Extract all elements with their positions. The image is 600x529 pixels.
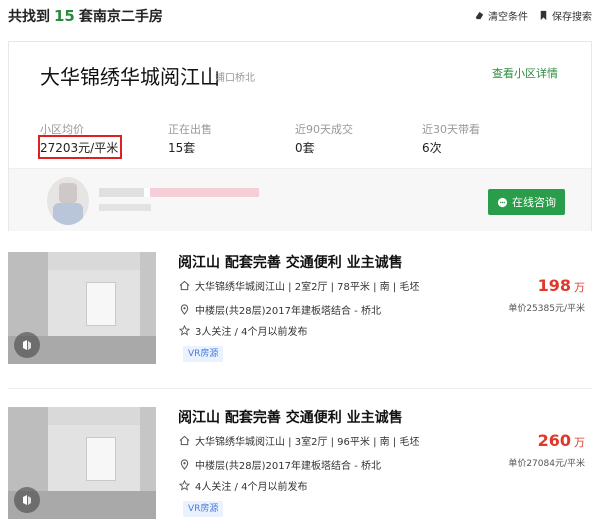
vr-tag: VR房源 <box>183 501 224 517</box>
listing-info-text: 大华锦绣华城阅江山 | 3室2厅 | 96平米 | 南 | 毛坯 <box>195 437 420 448</box>
agent-avatar[interactable] <box>47 177 89 225</box>
stat-value: 6次 <box>422 141 442 155</box>
stat-value: 15套 <box>168 141 196 155</box>
listing-info-text: 大华锦绣华城阅江山 | 2室2厅 | 78平米 | 南 | 毛坯 <box>195 282 420 293</box>
total-price-unit: 万 <box>574 281 585 294</box>
community-detail-link[interactable]: 查看小区详情 <box>492 65 558 81</box>
highlight-annotation-box <box>38 135 122 159</box>
avatar-blur-body <box>53 203 83 225</box>
community-stats: 小区均价 27203元/平米 正在出售 15套 近90天成交 0套 近30天带看… <box>38 121 540 161</box>
listing-floor-text: 中楼层(共28层)2017年建板塔结合 - 桥北 <box>195 461 381 472</box>
unit-price: 单价27084元/平米 <box>508 459 585 469</box>
result-prefix: 共找到 <box>8 9 50 25</box>
stat-average-price: 小区均价 27203元/平米 <box>38 121 122 159</box>
clear-filters-button[interactable]: 清空条件 <box>474 8 528 23</box>
listing-title[interactable]: 阅江山 配套完善 交通便利 业主诚售 <box>178 407 403 427</box>
home-icon <box>179 435 190 446</box>
star-icon <box>179 325 190 336</box>
result-count-number: 15 <box>54 7 75 25</box>
stat-on-sale: 正在出售 15套 <box>168 121 212 156</box>
total-price-unit: 万 <box>574 436 585 449</box>
agent-row: 在线咨询 <box>9 168 591 231</box>
unit-price: 单价25385元/平米 <box>508 304 585 314</box>
stat-label: 近90天成交 <box>295 123 353 136</box>
listing-card: 阅江山 配套完善 交通便利 业主诚售 大华锦绣华城阅江山 | 3室2厅 | 96… <box>8 405 592 529</box>
avatar-blur-face <box>59 183 77 203</box>
stat-value: 0套 <box>295 141 315 155</box>
stat-deals-90-days: 近90天成交 0套 <box>295 121 353 156</box>
vr-icon[interactable] <box>14 332 40 358</box>
result-count-text: 共找到 15 套南京二手房 <box>8 6 163 26</box>
listing-card: 阅江山 配套完善 交通便利 业主诚售 大华锦绣华城阅江山 | 2室2厅 | 78… <box>8 250 592 400</box>
online-consult-button[interactable]: 在线咨询 <box>488 189 565 215</box>
listing-floor-row: 中楼层(共28层)2017年建板塔结合 - 桥北 <box>179 302 381 317</box>
total-price: 198 <box>537 276 571 295</box>
home-icon <box>179 280 190 291</box>
clear-filters-label: 清空条件 <box>488 12 528 23</box>
listing-follow-text: 3人关注 / 4个月以前发布 <box>195 327 308 338</box>
listing-price: 198 万 单价25385元/平米 <box>508 276 585 314</box>
results-header: 共找到 15 套南京二手房 清空条件 保存搜索 <box>0 0 600 32</box>
consult-label: 在线咨询 <box>512 196 556 209</box>
save-search-button[interactable]: 保存搜索 <box>538 8 592 23</box>
stat-label: 正在出售 <box>168 123 212 136</box>
bookmark-icon <box>540 10 547 21</box>
agent-subtitle-redacted <box>99 204 151 211</box>
community-name[interactable]: 大华锦绣华城阅江山 <box>40 61 220 90</box>
listing-follow-row: 3人关注 / 4个月以前发布 <box>179 323 307 338</box>
listing-photo[interactable] <box>8 252 156 364</box>
community-card: 大华锦绣华城阅江山 浦口桥北 查看小区详情 小区均价 27203元/平米 正在出… <box>8 41 592 231</box>
listing-follow-row: 4人关注 / 4个月以前发布 <box>179 478 307 493</box>
stat-visits-30-days: 近30天带看 6次 <box>422 121 480 156</box>
eraser-icon <box>475 11 484 20</box>
total-price: 260 <box>537 431 571 450</box>
listing-floor-row: 中楼层(共28层)2017年建板塔结合 - 桥北 <box>179 457 381 472</box>
vr-icon[interactable] <box>14 487 40 513</box>
listing-follow-text: 4人关注 / 4个月以前发布 <box>195 482 308 493</box>
listing-info-row: 大华锦绣华城阅江山 | 2室2厅 | 78平米 | 南 | 毛坯 <box>179 278 419 293</box>
listing-floor-text: 中楼层(共28层)2017年建板塔结合 - 桥北 <box>195 306 381 317</box>
agent-name-redacted <box>99 188 259 197</box>
listing-info-row: 大华锦绣华城阅江山 | 3室2厅 | 96平米 | 南 | 毛坯 <box>179 433 419 448</box>
community-region: 浦口桥北 <box>215 73 255 84</box>
result-suffix: 套南京二手房 <box>78 9 163 25</box>
listing-price: 260 万 单价27084元/平米 <box>508 431 585 469</box>
header-actions: 清空条件 保存搜索 <box>474 8 592 23</box>
chat-bubble-icon <box>497 197 508 207</box>
listing-photo[interactable] <box>8 407 156 519</box>
stat-label: 近30天带看 <box>422 123 480 136</box>
star-icon <box>179 480 190 491</box>
location-pin-icon <box>180 459 189 470</box>
location-pin-icon <box>180 304 189 315</box>
save-search-label: 保存搜索 <box>552 12 592 23</box>
vr-tag: VR房源 <box>183 346 224 362</box>
listing-title[interactable]: 阅江山 配套完善 交通便利 业主诚售 <box>178 252 403 272</box>
listing-divider <box>8 388 592 389</box>
